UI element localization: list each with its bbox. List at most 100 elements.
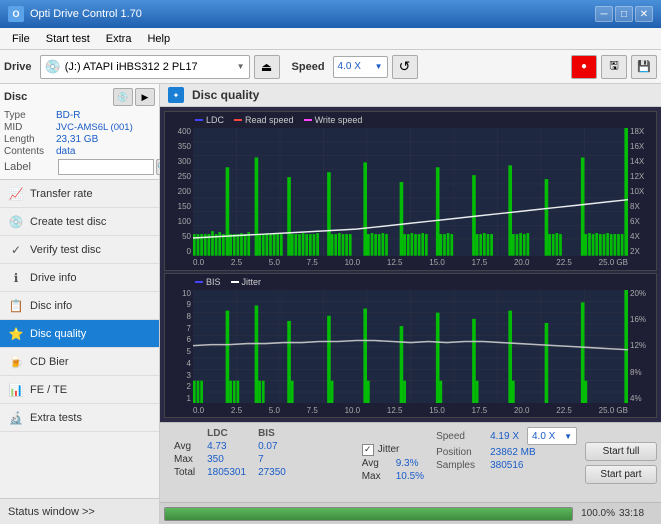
speed-label: Speed xyxy=(436,431,486,442)
chart1-yr-14: 14X xyxy=(630,158,644,166)
status-window-label: Status window >> xyxy=(8,506,95,518)
stats-jitter: ✓ Jitter Avg 9.3% Max 10.5% xyxy=(354,423,432,502)
chart1-x-axis: 0.0 2.5 5.0 7.5 10.0 12.5 15.0 17.5 20.0… xyxy=(193,256,628,270)
samples-label: Samples xyxy=(436,460,486,471)
legend-ldc: LDC xyxy=(195,115,224,125)
sidebar-item-create-test-disc[interactable]: 💿 Create test disc xyxy=(0,208,159,236)
legend-bis-dot xyxy=(195,281,203,283)
menu-start-test[interactable]: Start test xyxy=(38,31,98,47)
chart1-yr-8: 8X xyxy=(630,203,640,211)
chart1-yr-10: 10X xyxy=(630,188,644,196)
legend-jitter: Jitter xyxy=(231,277,262,287)
stats-max-ldc: 350 xyxy=(201,453,252,466)
disc-quality-icon: ⭐ xyxy=(8,327,24,341)
drive-dropdown-arrow: ▼ xyxy=(237,62,245,71)
chart1-svg xyxy=(193,128,628,256)
start-full-button[interactable]: Start full xyxy=(585,442,657,461)
jitter-max-row: Max 10.5% xyxy=(362,471,424,482)
stats-row: LDC BIS Avg 4.73 0.07 Max 350 7 xyxy=(160,423,661,502)
toolbar-btn-3[interactable]: 💾 xyxy=(631,55,657,79)
jitter-label: Jitter xyxy=(378,444,400,455)
disc-panel-header: Disc 💿 ▶ xyxy=(4,88,155,106)
disc-label-label: Label xyxy=(4,161,56,173)
chart2-plot xyxy=(193,290,628,403)
stats-avg-bis: 0.07 xyxy=(252,440,292,453)
extra-tests-icon: 🔬 xyxy=(8,411,24,425)
legend-bis-label: BIS xyxy=(206,277,221,287)
progress-track xyxy=(164,507,573,521)
sidebar-item-extra-tests[interactable]: 🔬 Extra tests xyxy=(0,404,159,432)
stats-total-label: Total xyxy=(168,466,201,479)
disc-icon-btn-1[interactable]: 💿 xyxy=(113,88,133,106)
cd-bier-label: CD Bier xyxy=(30,356,69,368)
sidebar-item-verify-test-disc[interactable]: ✓ Verify test disc xyxy=(0,236,159,264)
main-layout: Disc 💿 ▶ Type BD-R MID JVC-AMS6L (001) L… xyxy=(0,84,661,524)
speed-dropdown-arrow: ▼ xyxy=(375,62,383,71)
sidebar: Disc 💿 ▶ Type BD-R MID JVC-AMS6L (001) L… xyxy=(0,84,160,524)
stats-max-label: Max xyxy=(168,453,201,466)
disc-mid-val: JVC-AMS6L (001) xyxy=(56,122,133,133)
status-window-button[interactable]: Status window >> xyxy=(0,498,159,524)
sidebar-item-transfer-rate[interactable]: 📈 Transfer rate xyxy=(0,180,159,208)
close-button[interactable]: ✕ xyxy=(635,6,653,22)
cd-bier-icon: 🍺 xyxy=(8,355,24,369)
stats-header-bis: BIS xyxy=(252,427,292,440)
disc-panel: Disc 💿 ▶ Type BD-R MID JVC-AMS6L (001) L… xyxy=(0,84,159,180)
progress-pct: 100.0% xyxy=(577,508,615,519)
position-label: Position xyxy=(436,447,486,458)
sidebar-item-disc-info[interactable]: 📋 Disc info xyxy=(0,292,159,320)
stats-header-ldc: LDC xyxy=(201,427,252,440)
drive-info-label: Drive info xyxy=(30,272,76,284)
refresh-button[interactable]: ↺ xyxy=(392,55,418,79)
chart1-y-axis-right: 18X 16X 14X 12X 10X 8X 6X 4X 2X xyxy=(628,128,656,256)
disc-quality-header-icon: ✦ xyxy=(168,87,184,103)
toolbar-btn-2[interactable]: 🖫 xyxy=(601,55,627,79)
menu-extra[interactable]: Extra xyxy=(98,31,140,47)
create-test-disc-icon: 💿 xyxy=(8,215,24,229)
chart1-yr-16: 16X xyxy=(630,143,644,151)
legend-write-label: Write speed xyxy=(315,115,363,125)
legend-bis: BIS xyxy=(195,277,221,287)
progress-time: 33:18 xyxy=(619,508,657,519)
content-area: ✦ Disc quality LDC Read speed xyxy=(160,84,661,524)
menu-bar: File Start test Extra Help xyxy=(0,28,661,50)
disc-label-input[interactable] xyxy=(58,159,154,175)
eject-button[interactable]: ⏏ xyxy=(254,55,280,79)
window-controls: ─ □ ✕ xyxy=(595,6,653,22)
sidebar-item-disc-quality[interactable]: ⭐ Disc quality xyxy=(0,320,159,348)
jitter-avg-val: 9.3% xyxy=(396,458,419,469)
title-bar: O Opti Drive Control 1.70 ─ □ ✕ xyxy=(0,0,661,28)
sidebar-item-cd-bier[interactable]: 🍺 CD Bier xyxy=(0,348,159,376)
disc-type-label: Type xyxy=(4,110,56,121)
stats-speed-dropdown-arrow: ▼ xyxy=(564,432,572,441)
chart2-y-axis-right: 20% 16% 12% 8% 4% xyxy=(628,290,656,403)
drive-select[interactable]: 💿 (J:) ATAPI iHBS312 2 PL17 ▼ xyxy=(40,55,250,79)
sidebar-item-drive-info[interactable]: ℹ Drive info xyxy=(0,264,159,292)
create-test-disc-label: Create test disc xyxy=(30,216,106,228)
legend-read-label: Read speed xyxy=(245,115,294,125)
app-icon: O xyxy=(8,6,24,22)
jitter-header-row: ✓ Jitter xyxy=(362,444,424,456)
stats-speed-select[interactable]: 4.0 X ▼ xyxy=(527,427,577,445)
disc-icon-btn-2[interactable]: ▶ xyxy=(135,88,155,106)
jitter-max-val: 10.5% xyxy=(396,471,424,482)
stats-total-bis: 27350 xyxy=(252,466,292,479)
start-part-button[interactable]: Start part xyxy=(585,465,657,484)
toolbar-btn-1[interactable]: ● xyxy=(571,55,597,79)
stats-avg-ldc: 4.73 xyxy=(201,440,252,453)
sidebar-item-fe-te[interactable]: 📊 FE / TE xyxy=(0,376,159,404)
progress-bar-area: 100.0% 33:18 xyxy=(160,502,661,524)
legend-jitter-label: Jitter xyxy=(242,277,262,287)
jitter-checkbox[interactable]: ✓ xyxy=(362,444,374,456)
legend-write: Write speed xyxy=(304,115,363,125)
menu-help[interactable]: Help xyxy=(139,31,178,47)
app-title: Opti Drive Control 1.70 xyxy=(30,8,142,20)
chart1-y-150: 150 xyxy=(178,203,191,211)
maximize-button[interactable]: □ xyxy=(615,6,633,22)
chart1-yr-12: 12X xyxy=(630,173,644,181)
speed-select[interactable]: 4.0 X ▼ xyxy=(333,56,388,78)
disc-quality-header: ✦ Disc quality xyxy=(160,84,661,107)
chart1-y-200: 200 xyxy=(178,188,191,196)
minimize-button[interactable]: ─ xyxy=(595,6,613,22)
menu-file[interactable]: File xyxy=(4,31,38,47)
